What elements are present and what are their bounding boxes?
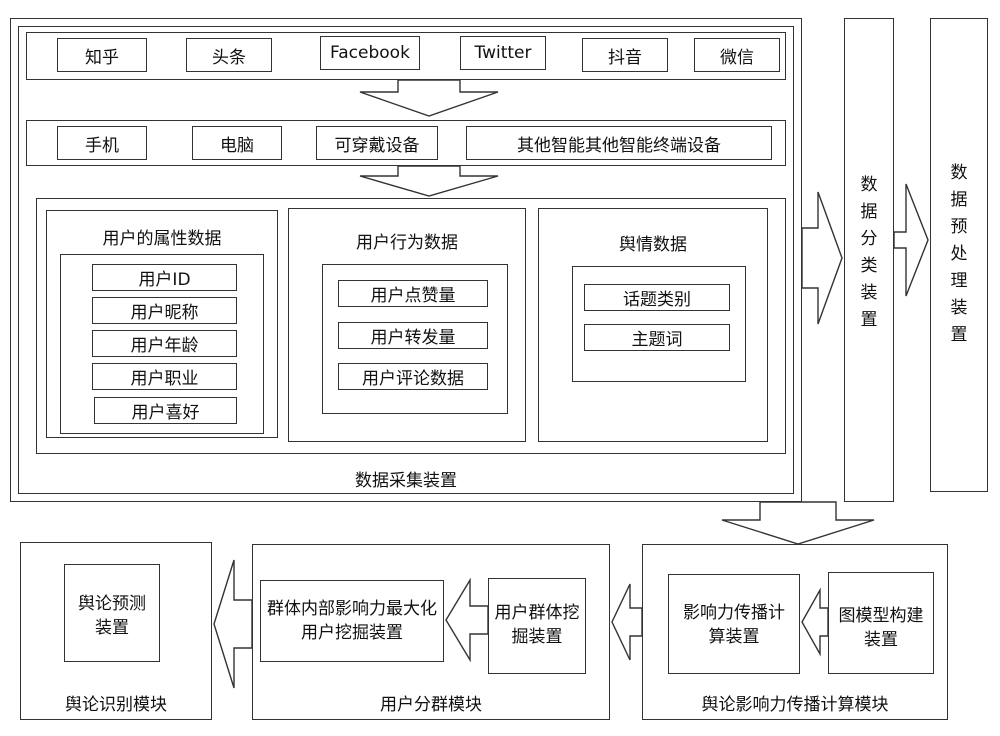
- arrow-graph-to-influence: [801, 587, 829, 657]
- flow-arrows: [213, 79, 929, 689]
- arrow-classification-to-preprocessing: [893, 183, 929, 297]
- arrow-propagation-to-grouping: [611, 583, 643, 661]
- arrow-mining-to-maxinfluence: [445, 577, 489, 663]
- arrow-collection-to-classification: [801, 191, 843, 325]
- arrow-grouping-to-recognition: [213, 559, 253, 689]
- arrow-platforms-to-devices: [359, 79, 499, 117]
- arrow-devices-to-groups: [359, 165, 499, 197]
- arrow-preprocessing-to-propagation: [721, 501, 875, 545]
